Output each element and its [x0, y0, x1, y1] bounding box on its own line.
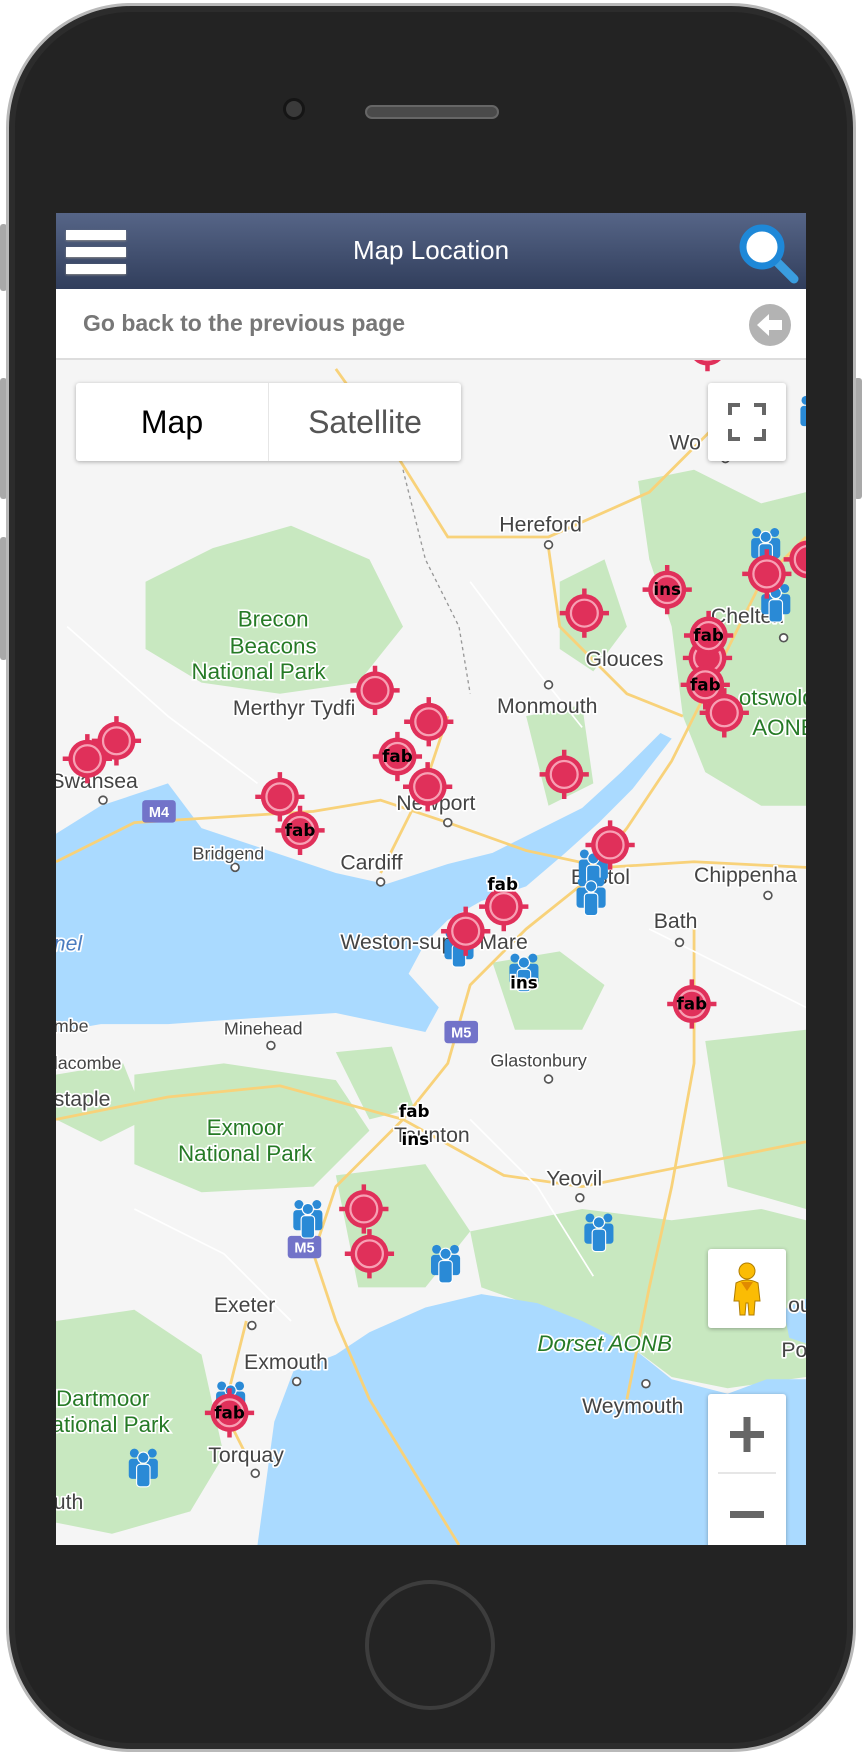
place-label: Po: [781, 1338, 806, 1362]
zoom-out-button[interactable]: [708, 1474, 786, 1545]
place-label: Bridgend: [193, 844, 265, 864]
svg-text:fab: fab: [285, 820, 316, 840]
place-label: Cardiff: [340, 851, 402, 875]
page-title: Map Location: [352, 235, 510, 265]
place-label: Beacons: [230, 633, 317, 658]
svg-text:fab: fab: [399, 1101, 430, 1121]
place-label: lacombe: [56, 1053, 121, 1073]
place-label: Wo: [669, 431, 701, 455]
place-label: Weston-super-Mare: [340, 930, 527, 954]
road-label: M5: [451, 1026, 471, 1042]
fab-marker[interactable]: fab: [486, 872, 520, 895]
svg-text:ins: ins: [401, 1129, 429, 1149]
ins-marker[interactable]: ins: [508, 971, 539, 994]
zoom-control: [708, 1394, 786, 1545]
map-type-control: Map Satellite: [76, 383, 461, 461]
map-type-map-button[interactable]: Map: [76, 383, 269, 461]
place-label: AONB: [752, 715, 806, 740]
place-label: uth: [56, 1490, 83, 1514]
place-label: Yeovil: [546, 1166, 602, 1190]
place-label: Dartmoor: [56, 1386, 150, 1411]
svg-text:fab: fab: [677, 994, 708, 1014]
place-label: Glouces: [585, 647, 663, 671]
app-header: Map Location: [56, 213, 806, 289]
back-link-label: Go back to the previous page: [83, 310, 406, 336]
street-view-pegman-icon: [733, 1262, 761, 1316]
place-label: National Park: [178, 1141, 313, 1166]
svg-text:fab: fab: [487, 874, 518, 894]
back-link[interactable]: Go back to the previous page: [56, 289, 806, 360]
place-label: otswold: [739, 685, 806, 710]
arrow-left-circle-icon[interactable]: [748, 303, 792, 347]
place-label: National Park: [191, 659, 326, 684]
place-label: nel: [56, 931, 83, 955]
ins-marker[interactable]: ins: [400, 1127, 431, 1150]
fullscreen-button[interactable]: [708, 383, 786, 461]
place-label: ou: [788, 1293, 806, 1317]
earpiece-speaker: [365, 105, 499, 119]
place-label: Minehead: [224, 1018, 303, 1038]
map-canvas[interactable]: M4 M5 M5 Wo Hereford Chelten Brecon Beac…: [56, 360, 806, 1545]
svg-text:fab: fab: [693, 625, 724, 645]
place-label: Monmouth: [497, 694, 597, 718]
home-button[interactable]: [365, 1580, 495, 1710]
place-label: Glastonbury: [490, 1051, 587, 1071]
place-label: Torquay: [208, 1443, 284, 1467]
place-label: Dorset AONB: [537, 1331, 672, 1356]
map-type-satellite-button[interactable]: Satellite: [269, 383, 461, 461]
place-label: Exmoor: [207, 1115, 285, 1140]
place-label: ational Park: [56, 1412, 170, 1437]
place-label: Exeter: [214, 1293, 275, 1317]
app-screen: Map Location Go back to the previous pag…: [56, 213, 806, 1545]
place-label: mbe: [56, 1016, 89, 1036]
fullscreen-icon: [728, 403, 766, 441]
svg-text:ins: ins: [653, 579, 681, 599]
road-label: M5: [294, 1241, 314, 1257]
place-label: Chippenha: [694, 863, 797, 887]
magnifier-icon[interactable]: [736, 221, 800, 285]
place-label: Exmouth: [244, 1350, 328, 1374]
svg-text:ins: ins: [510, 972, 538, 992]
place-label: Merthyr Tydfi: [233, 696, 355, 720]
place-label: Bath: [654, 909, 698, 933]
front-camera: [283, 98, 305, 120]
place-label: Weymouth: [582, 1394, 683, 1418]
svg-text:fab: fab: [214, 1402, 245, 1422]
place-label: staple: [56, 1087, 110, 1111]
svg-text:fab: fab: [690, 674, 721, 694]
zoom-in-button[interactable]: [708, 1394, 786, 1474]
place-label: Brecon: [238, 607, 309, 632]
road-label: M4: [149, 805, 170, 821]
fab-marker[interactable]: fab: [397, 1099, 431, 1122]
street-view-pegman-button[interactable]: [708, 1249, 786, 1328]
map-view[interactable]: M4 M5 M5 Wo Hereford Chelten Brecon Beac…: [56, 360, 806, 1545]
place-label: Hereford: [499, 512, 582, 536]
svg-text:fab: fab: [382, 746, 413, 766]
